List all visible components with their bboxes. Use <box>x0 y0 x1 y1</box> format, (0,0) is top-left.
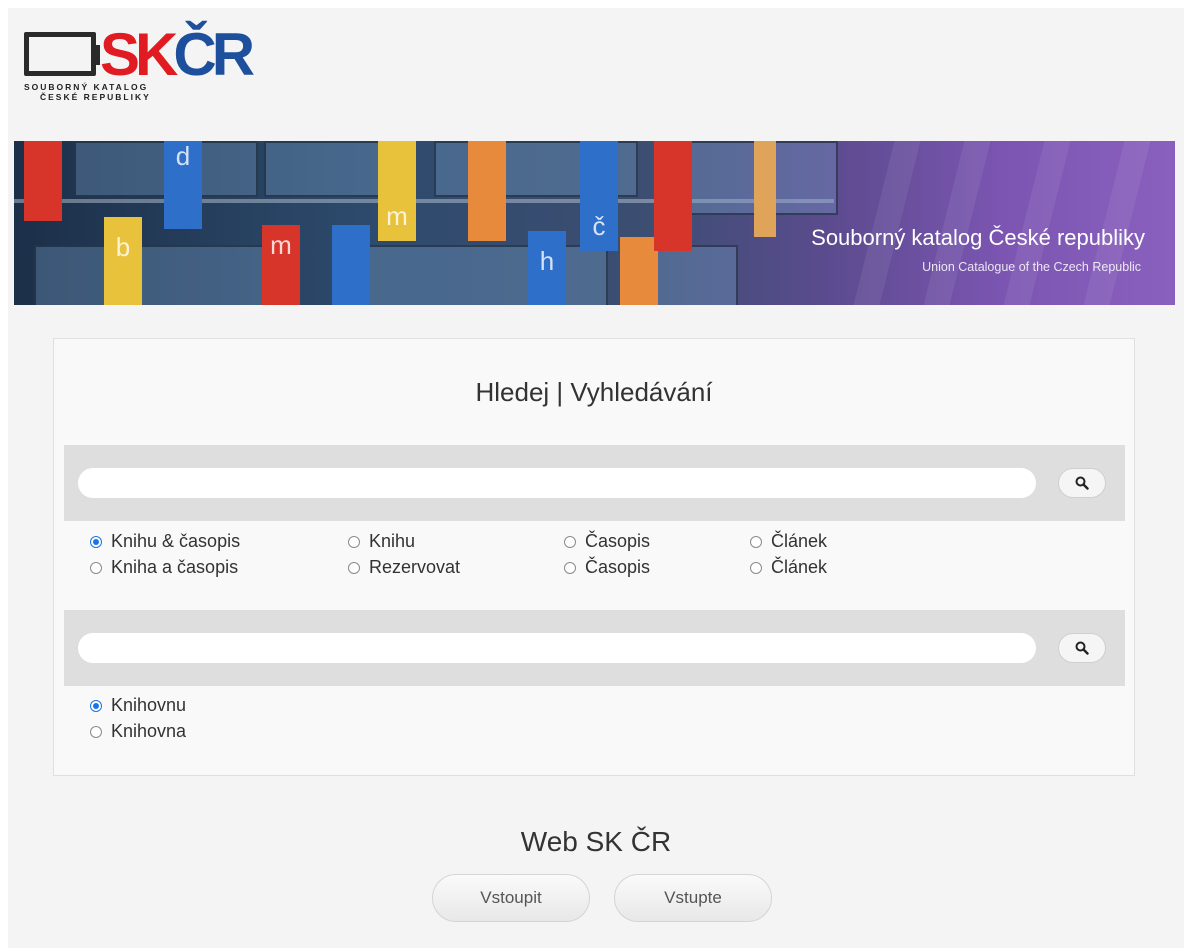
option-knihu[interactable]: Knihu <box>348 531 415 552</box>
radio-selected[interactable] <box>90 535 102 548</box>
library-search-input[interactable] <box>78 633 1036 663</box>
primary-search-button[interactable] <box>1058 468 1106 498</box>
banner-stripe <box>853 141 921 305</box>
option-label: Časopis <box>585 531 651 551</box>
option-label: Časopis <box>585 557 651 577</box>
banner-title: Souborný katalog České republiky <box>811 225 1145 250</box>
option-clanek[interactable]: Článek <box>750 531 827 552</box>
search-icon <box>1075 476 1089 490</box>
banner-stripe <box>1083 141 1151 305</box>
radio[interactable] <box>564 561 576 574</box>
option-label: Knihu & časopis <box>111 531 241 551</box>
library-search-button[interactable] <box>1058 633 1106 663</box>
flag-letter: h <box>539 246 555 276</box>
logo-subtitle: SOUBORNÝ KATALOG ČESKÉ REPUBLIKY <box>24 82 214 102</box>
logo-wordmark: SKČR <box>100 20 255 90</box>
option-label: Článek <box>771 557 828 577</box>
logo-subtitle-line1: SOUBORNÝ KATALOG <box>24 82 149 92</box>
option-label: Článek <box>771 531 828 551</box>
radio[interactable] <box>90 725 102 738</box>
radio[interactable] <box>90 561 102 574</box>
flag-letter: m <box>386 201 408 231</box>
option-knihu-casopis[interactable]: Knihu & časopis <box>90 531 240 552</box>
panel-title: Hledej | Vyhledávání <box>475 377 713 407</box>
option-knihovnu[interactable]: Knihovnu <box>90 695 186 716</box>
banner-flag: d <box>164 141 202 229</box>
banner-window <box>34 245 278 305</box>
vstoupit-button[interactable]: Vstoupit <box>432 874 590 922</box>
banner-stripe <box>1003 141 1071 305</box>
library-search-bar <box>64 610 1125 686</box>
banner-subtitle: Union Catalogue of the Czech Republic <box>922 260 1141 274</box>
web-section-title: Web SK ČR <box>520 826 672 857</box>
radio[interactable] <box>564 535 576 548</box>
banner-flag <box>754 141 776 237</box>
banner-flag: h <box>528 231 566 305</box>
banner-flag <box>468 141 506 241</box>
radio[interactable] <box>348 561 360 574</box>
banner-flag <box>332 225 370 305</box>
radio[interactable] <box>348 535 360 548</box>
option-label: Knihu <box>369 531 416 551</box>
search-panel: Hledej | Vyhledávání Knihu & časopis Kni… <box>53 338 1135 776</box>
option-clanek-2[interactable]: Článek <box>750 557 827 578</box>
option-label: Rezervovat <box>369 557 461 577</box>
logo-subtitle-line2: ČESKÉ REPUBLIKY <box>40 92 151 102</box>
banner-flag: m <box>378 141 416 241</box>
option-kniha-a-casopis[interactable]: Kniha a časopis <box>90 557 238 578</box>
flag-letter: č <box>592 211 606 241</box>
banner-flag <box>620 237 658 305</box>
logo-sk: SK <box>100 21 178 88</box>
radio[interactable] <box>750 535 762 548</box>
flag-letter: b <box>115 232 131 262</box>
option-label: Kniha a časopis <box>111 557 239 577</box>
option-casopis[interactable]: Časopis <box>564 531 650 552</box>
banner-flag: č <box>580 141 618 251</box>
option-casopis-2[interactable]: Časopis <box>564 557 650 578</box>
banner-flag: m <box>262 225 300 305</box>
banner-flag <box>654 141 692 251</box>
option-knihovna[interactable]: Knihovna <box>90 721 186 742</box>
option-label: Knihovna <box>111 721 187 741</box>
banner-flag <box>24 141 62 221</box>
primary-search-input[interactable] <box>78 468 1036 498</box>
option-rezervovat[interactable]: Rezervovat <box>348 557 460 578</box>
vstupte-button[interactable]: Vstupte <box>614 874 772 922</box>
logo-cr: ČR <box>173 21 255 88</box>
banner-flag: b <box>104 217 142 305</box>
banner-window <box>344 245 608 305</box>
option-label: Knihovnu <box>111 695 187 715</box>
banner-window <box>264 141 388 197</box>
flag-letter: m <box>270 230 292 260</box>
search-icon <box>1075 641 1089 655</box>
skcr-logo[interactable]: SKČR SOUBORNÝ KATALOG ČESKÉ REPUBLIKY <box>22 20 255 120</box>
header-banner: d b m m h č Souborný katalog České repub… <box>14 141 1175 305</box>
radio-selected[interactable] <box>90 699 102 712</box>
primary-search-bar <box>64 445 1125 521</box>
radio[interactable] <box>750 561 762 574</box>
banner-stripe <box>923 141 991 305</box>
flag-letter: d <box>175 141 191 171</box>
logo-monitor-icon <box>24 32 100 76</box>
